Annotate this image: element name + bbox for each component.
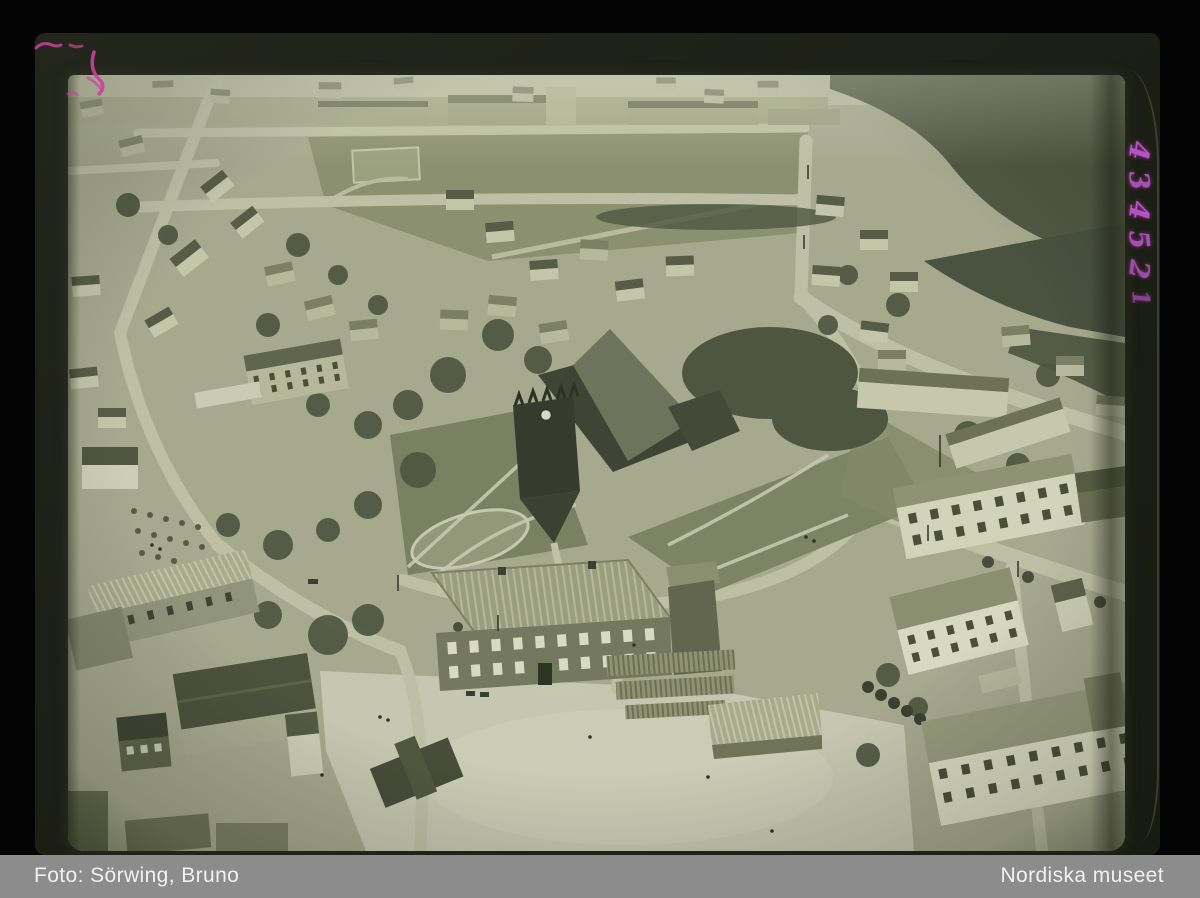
film-negative: 4 3 4 5 2 1 — [35, 33, 1160, 855]
annotation-char: 1 — [1122, 288, 1155, 307]
negative-scan: 4 3 4 5 2 1 Foto: Sörwing, Bruno Nordisk… — [0, 0, 1200, 898]
museum-name: Nordiska museet — [1000, 864, 1164, 888]
aerial-photo — [68, 75, 1125, 851]
photographer-credit: Foto: Sörwing, Bruno — [34, 864, 239, 888]
aerial-scene — [68, 75, 1125, 851]
annotation-char: 4 — [1122, 139, 1155, 161]
annotation-char: 2 — [1122, 258, 1155, 280]
annotation-char: 5 — [1122, 229, 1155, 251]
handwritten-negative-number: 4 3 4 5 2 1 — [1123, 141, 1154, 306]
caption-bar: Foto: Sörwing, Bruno Nordiska museet — [0, 855, 1200, 898]
annotation-char: 4 — [1122, 199, 1155, 221]
annotation-char: 3 — [1122, 169, 1155, 191]
vignette — [68, 75, 1125, 851]
